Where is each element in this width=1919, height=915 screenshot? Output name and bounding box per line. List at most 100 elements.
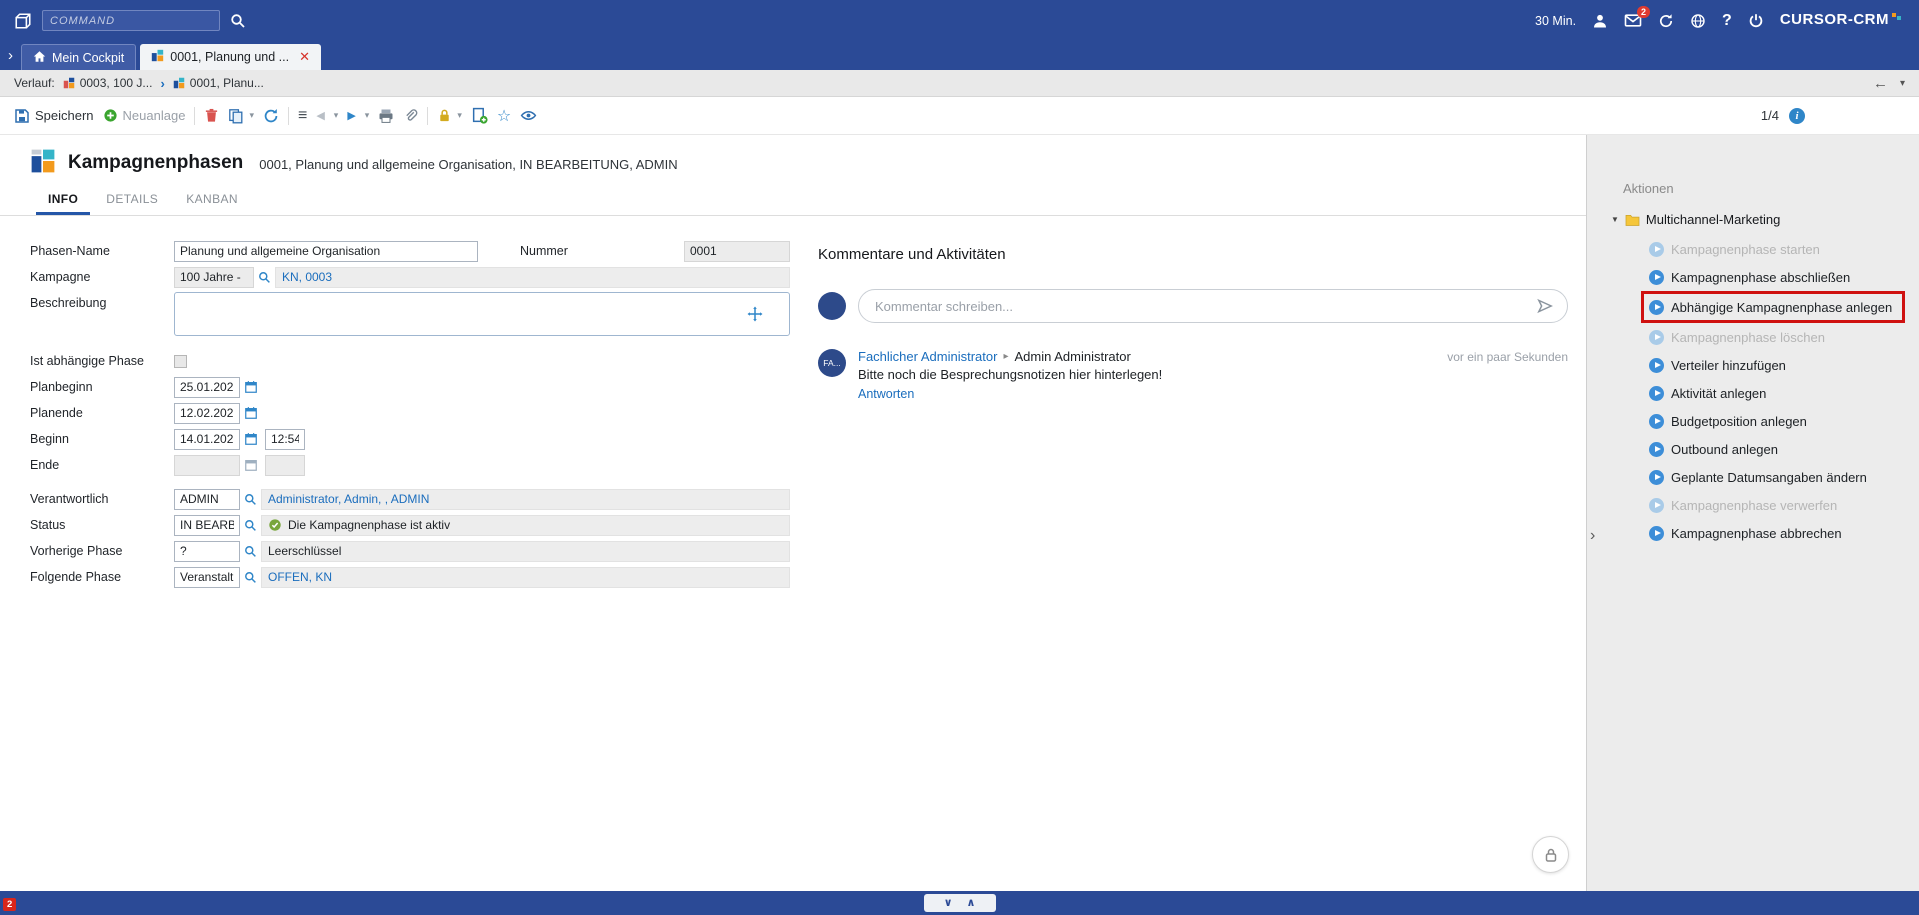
record-pager: 1/4 i bbox=[1761, 108, 1805, 124]
status-lookup-icon[interactable] bbox=[244, 519, 257, 532]
reload-button[interactable] bbox=[263, 108, 279, 124]
status-text: Die Kampagnenphase ist aktiv bbox=[288, 518, 450, 532]
action-kampagnenphase-abschliessen[interactable]: Kampagnenphase abschließen bbox=[1649, 263, 1919, 291]
tab-kanban[interactable]: KANBAN bbox=[174, 187, 250, 215]
beginn-calendar-icon[interactable] bbox=[244, 432, 258, 446]
kampagne-input[interactable] bbox=[174, 267, 254, 288]
tab-mein-cockpit[interactable]: Mein Cockpit bbox=[21, 44, 136, 70]
comment-input-wrap bbox=[858, 289, 1568, 323]
vorherige-phase-input[interactable] bbox=[174, 541, 240, 562]
search-icon[interactable] bbox=[230, 13, 246, 29]
action-geplante-datumsangaben-aendern[interactable]: Geplante Datumsangaben ändern bbox=[1649, 463, 1919, 491]
attachment-icon[interactable] bbox=[403, 108, 418, 123]
delete-button[interactable] bbox=[204, 108, 219, 123]
history-item-kampagnenphase[interactable]: 0001, Planu... bbox=[173, 76, 264, 90]
help-icon[interactable]: ? bbox=[1722, 12, 1732, 30]
next-dropdown-icon[interactable]: ▾ bbox=[365, 110, 370, 121]
verantwortlich-input[interactable] bbox=[174, 489, 240, 510]
history-dropdown-icon[interactable]: ▾ bbox=[1900, 78, 1905, 89]
expand-move-icon[interactable] bbox=[747, 306, 763, 325]
tab-expander-icon[interactable]: › bbox=[8, 47, 13, 64]
private-lock-button[interactable] bbox=[1532, 836, 1569, 873]
action-verteiler-hinzufuegen[interactable]: Verteiler hinzufügen bbox=[1649, 351, 1919, 379]
collapse-down-icon[interactable]: ∨ bbox=[944, 898, 953, 909]
folgende-phase-record-link[interactable]: OFFEN, KN bbox=[268, 570, 332, 584]
favorite-star-icon[interactable]: ☆ bbox=[497, 106, 511, 126]
logout-power-icon[interactable] bbox=[1748, 13, 1764, 29]
mail-icon[interactable]: 2 bbox=[1624, 13, 1642, 28]
comment-input[interactable] bbox=[858, 289, 1568, 323]
tab-details[interactable]: DETAILS bbox=[94, 187, 170, 215]
app-cube-icon[interactable] bbox=[14, 12, 32, 30]
actions-group-multichannel-marketing[interactable]: ▼ Multichannel-Marketing bbox=[1611, 212, 1919, 227]
toolbar-separator bbox=[427, 107, 428, 125]
tab-info[interactable]: INFO bbox=[36, 187, 90, 215]
action-outbound-anlegen[interactable]: Outbound anlegen bbox=[1649, 435, 1919, 463]
nummer-input[interactable] bbox=[684, 241, 790, 262]
beginn-time-input[interactable] bbox=[265, 429, 305, 450]
verantwortlich-lookup-icon[interactable] bbox=[244, 493, 257, 506]
action-aktivitaet-anlegen[interactable]: Aktivität anlegen bbox=[1649, 379, 1919, 407]
beschreibung-textarea[interactable] bbox=[174, 292, 790, 336]
page-header: Kampagnenphasen 0001, Planung und allgem… bbox=[0, 135, 1586, 187]
status-input[interactable] bbox=[174, 515, 240, 536]
comment-recipient: Admin Administrator bbox=[1014, 349, 1130, 364]
brand-logo: CURSOR-CRM bbox=[1780, 11, 1901, 30]
planende-calendar-icon[interactable] bbox=[244, 406, 258, 420]
form-row-status: Status Die Kampagnenphase ist aktiv bbox=[30, 514, 790, 536]
create-linked-record-icon[interactable] bbox=[471, 107, 488, 124]
history-back-icon[interactable]: ← bbox=[1873, 75, 1888, 92]
list-menu-icon[interactable]: ≡ bbox=[298, 107, 307, 125]
save-button[interactable]: Speichern bbox=[14, 108, 94, 124]
copy-dropdown-icon[interactable]: ▾ bbox=[249, 110, 254, 121]
comment-author-link[interactable]: Fachlicher Administrator bbox=[858, 349, 997, 364]
permissions-dropdown-icon[interactable]: ▾ bbox=[457, 110, 462, 121]
action-abhaengige-kampagnenphase-anlegen[interactable]: Abhängige Kampagnenphase anlegen bbox=[1641, 291, 1905, 323]
permissions-lock-icon[interactable]: ▾ bbox=[437, 108, 462, 123]
folgende-phase-lookup-icon[interactable] bbox=[244, 571, 257, 584]
vorherige-phase-lookup-icon[interactable] bbox=[244, 545, 257, 558]
user-icon[interactable] bbox=[1592, 13, 1608, 29]
send-comment-icon[interactable] bbox=[1536, 297, 1554, 318]
tab-record-active[interactable]: 0001, Planung und ... ✕ bbox=[140, 44, 321, 70]
ist-abhaengige-phase-checkbox[interactable] bbox=[174, 355, 187, 368]
history-item-kampagne[interactable]: 0003, 100 J... bbox=[63, 76, 153, 90]
comment-timestamp: vor ein paar Sekunden bbox=[1447, 350, 1568, 364]
folgende-phase-input[interactable] bbox=[174, 567, 240, 588]
expand-up-icon[interactable]: ∧ bbox=[967, 898, 976, 909]
info-icon[interactable]: i bbox=[1789, 108, 1805, 124]
ende-calendar-icon[interactable] bbox=[244, 458, 258, 472]
next-record-icon[interactable]: ▶ bbox=[347, 109, 355, 122]
kampagne-lookup-icon[interactable] bbox=[258, 271, 271, 284]
play-icon bbox=[1649, 386, 1664, 401]
verantwortlich-record-link[interactable]: Administrator, Admin, , ADMIN bbox=[268, 492, 429, 506]
sidebar-collapse-icon[interactable]: › bbox=[1590, 527, 1595, 545]
command-input[interactable] bbox=[42, 10, 220, 31]
beginn-label: Beginn bbox=[30, 432, 174, 446]
action-kampagnenphase-abbrechen[interactable]: Kampagnenphase abbrechen bbox=[1649, 519, 1919, 547]
notification-badge[interactable]: 2 bbox=[3, 898, 16, 911]
copy-record-button[interactable]: ▾ bbox=[228, 108, 254, 124]
kampagnenphase-icon bbox=[151, 49, 164, 65]
comment-reply-link[interactable]: Antworten bbox=[858, 387, 1568, 401]
form-row-planende: Planende bbox=[30, 402, 790, 424]
print-button[interactable] bbox=[378, 108, 394, 124]
ende-input[interactable] bbox=[174, 455, 240, 476]
new-record-button[interactable]: Neuanlage bbox=[103, 108, 186, 123]
ende-time-input[interactable] bbox=[265, 455, 305, 476]
globe-icon[interactable] bbox=[1690, 13, 1706, 29]
planbeginn-input[interactable] bbox=[174, 377, 240, 398]
session-timer: 30 Min. bbox=[1535, 14, 1576, 28]
phasen-name-input[interactable] bbox=[174, 241, 478, 262]
previous-record-icon[interactable]: ◀ bbox=[316, 109, 324, 122]
kampagne-record-link[interactable]: KN, 0003 bbox=[282, 270, 332, 284]
beginn-input[interactable] bbox=[174, 429, 240, 450]
previous-dropdown-icon[interactable]: ▾ bbox=[334, 110, 339, 121]
watch-eye-icon[interactable] bbox=[520, 107, 537, 124]
close-tab-icon[interactable]: ✕ bbox=[299, 49, 310, 65]
planbeginn-calendar-icon[interactable] bbox=[244, 380, 258, 394]
planende-input[interactable] bbox=[174, 403, 240, 424]
actions-sidebar: › Aktionen ▼ Multichannel-Marketing Kamp… bbox=[1586, 135, 1919, 915]
action-budgetposition-anlegen[interactable]: Budgetposition anlegen bbox=[1649, 407, 1919, 435]
refresh-rights-icon[interactable] bbox=[1658, 13, 1674, 29]
